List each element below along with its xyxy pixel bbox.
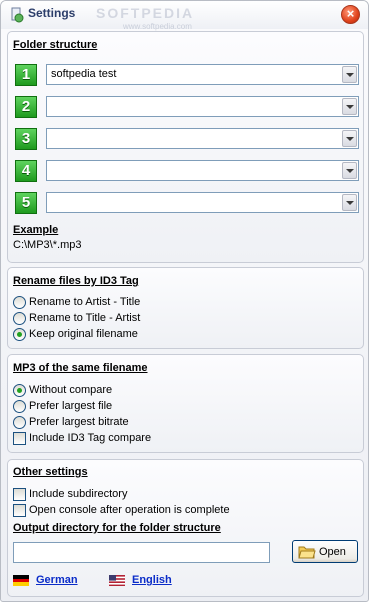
same-filename-panel: MP3 of the same filename Without compare…	[7, 354, 364, 453]
slot-4-combo[interactable]	[46, 160, 359, 181]
example-label: Example	[13, 224, 59, 236]
slot-1-value: softpedia test	[51, 68, 117, 80]
radio-button[interactable]	[13, 400, 26, 413]
prefer-largest-file-label: Prefer largest file	[29, 400, 113, 412]
folder-open-icon	[298, 546, 316, 559]
other-settings-title: Other settings	[13, 466, 88, 478]
settings-window: Settings SOFTPEDIA www.softpedia.com × F…	[0, 0, 369, 602]
without-compare-label: Without compare	[29, 384, 113, 396]
include-subdirectory-label: Include subdirectory	[29, 488, 128, 500]
checkbox[interactable]	[13, 504, 26, 517]
close-button[interactable]: ×	[341, 5, 360, 24]
slot-5-badge: 5	[15, 192, 37, 214]
german-label: German	[36, 574, 78, 586]
same-filename-title: MP3 of the same filename	[13, 362, 148, 374]
chevron-down-icon[interactable]	[342, 162, 357, 179]
output-directory-input[interactable]	[13, 542, 270, 563]
radio-button[interactable]	[13, 312, 26, 325]
folder-structure-title: Folder structure	[13, 39, 98, 51]
checkbox[interactable]	[13, 432, 26, 445]
include-id3-label: Include ID3 Tag compare	[29, 432, 152, 444]
watermark-url: www.softpedia.com	[123, 22, 192, 31]
slot-1-badge: 1	[15, 64, 37, 86]
slot-5-combo[interactable]	[46, 192, 359, 213]
english-label: English	[132, 574, 172, 586]
chevron-down-icon[interactable]	[342, 130, 357, 147]
close-icon: ×	[346, 6, 355, 21]
radio-button[interactable]	[13, 296, 26, 309]
chevron-down-icon[interactable]	[342, 194, 357, 211]
open-button-label: Open	[319, 546, 346, 558]
chevron-down-icon[interactable]	[342, 98, 357, 115]
slot-3-combo[interactable]	[46, 128, 359, 149]
slot-2-combo[interactable]	[46, 96, 359, 117]
rename-title-artist-label: Rename to Title - Artist	[29, 312, 141, 324]
slot-3-badge: 3	[15, 128, 37, 150]
us-flag-icon	[109, 575, 125, 586]
rename-panel: Rename files by ID3 Tag Rename to Artist…	[7, 267, 364, 349]
prefer-largest-bitrate-label: Prefer largest bitrate	[29, 416, 129, 428]
window-title: Settings	[28, 6, 76, 20]
open-button[interactable]: Open	[292, 540, 358, 563]
german-flag-icon	[13, 575, 29, 586]
slot-1-combo[interactable]: softpedia test	[46, 64, 359, 85]
example-value: C:\MP3\*.mp3	[13, 239, 82, 251]
rename-artist-title-label: Rename to Artist - Title	[29, 296, 141, 308]
slot-4-badge: 4	[15, 160, 37, 182]
german-language-link[interactable]: German	[13, 574, 88, 590]
output-directory-title: Output directory for the folder structur…	[13, 522, 221, 534]
app-icon	[11, 7, 24, 23]
checkbox[interactable]	[13, 488, 26, 501]
slot-2-badge: 2	[15, 96, 37, 118]
radio-button-checked[interactable]	[13, 328, 26, 341]
radio-button-checked[interactable]	[13, 384, 26, 397]
other-settings-panel: Other settings Include subdirectory Open…	[7, 459, 364, 597]
open-console-label: Open console after operation is complete	[29, 504, 230, 516]
watermark: SOFTPEDIA	[96, 5, 195, 21]
folder-structure-panel: Folder structure 1 softpedia test 2 3 4 …	[7, 31, 364, 263]
radio-button[interactable]	[13, 416, 26, 429]
chevron-down-icon[interactable]	[342, 66, 357, 83]
title-bar: Settings SOFTPEDIA www.softpedia.com ×	[1, 1, 368, 31]
rename-title: Rename files by ID3 Tag	[13, 275, 139, 287]
english-language-link[interactable]: English	[109, 574, 184, 590]
keep-original-label: Keep original filename	[29, 328, 138, 340]
